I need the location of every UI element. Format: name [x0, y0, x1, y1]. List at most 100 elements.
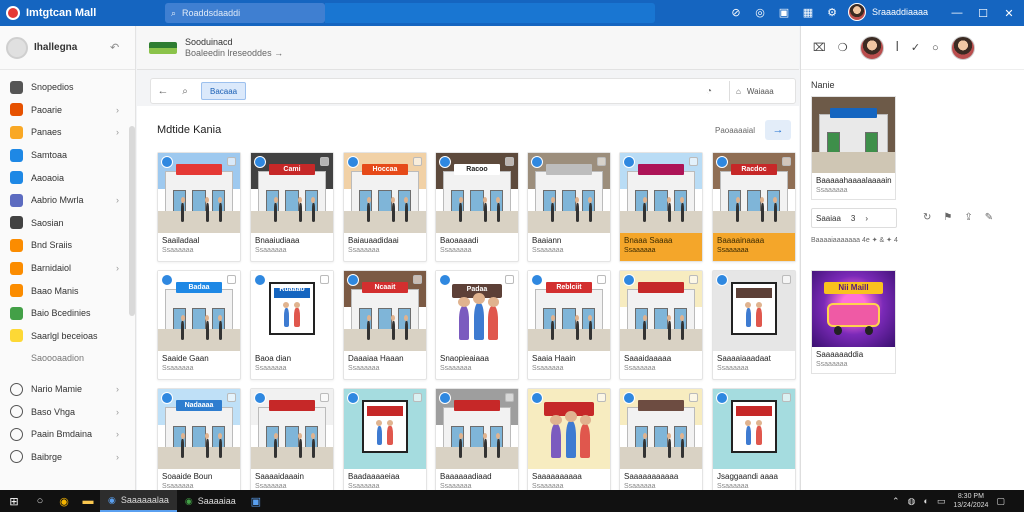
select-checkbox[interactable]: [505, 275, 514, 284]
avatar[interactable]: [950, 35, 975, 60]
close-icon[interactable]: ✕: [996, 4, 1022, 22]
back-arrow-icon[interactable]: ←: [151, 85, 175, 97]
store-card[interactable]: Baaiann Ssaaaaaa: [527, 152, 611, 262]
store-card[interactable]: Saaaidaaaaa Ssaaaaaa: [619, 270, 703, 380]
taskbar-app[interactable]: ◉ Saaaaaalaa: [100, 490, 177, 512]
sort-label[interactable]: Paoaaaaial: [715, 126, 755, 135]
app-pinned-icon[interactable]: ▣: [244, 490, 268, 512]
pin-icon[interactable]: ✎: [985, 212, 993, 223]
store-card[interactable]: Saailadaal Ssaaaaaa: [157, 152, 241, 262]
title-search-box[interactable]: ⌕ Roaddsdaaddi: [165, 3, 325, 23]
store-card[interactable]: Saaaaaaaaaa Ssaaaaaa: [527, 388, 611, 498]
share-icon[interactable]: ⇪: [964, 212, 972, 223]
store-card[interactable]: Jsaggaandi aaaa Ssaaaaaa: [712, 388, 796, 498]
sidebar-item[interactable]: Barnidaiol ›: [0, 257, 135, 280]
store-card[interactable]: Bnaaa Saaaa Ssaaaaaa: [619, 152, 703, 262]
select-checkbox[interactable]: [505, 157, 514, 166]
store-card[interactable]: Badaa Saaide Gaan Ssaaaaaa: [157, 270, 241, 380]
store-card[interactable]: Saaaaaaaaaaa Ssaaaaaa: [619, 388, 703, 498]
pin-icon[interactable]: ꟾ: [896, 41, 899, 54]
select-checkbox[interactable]: [227, 393, 236, 402]
select-checkbox[interactable]: [227, 157, 236, 166]
search-icon[interactable]: ○: [28, 490, 52, 512]
grid-icon[interactable]: ▦: [800, 4, 816, 20]
sidebar-scrollbar[interactable]: [129, 126, 135, 316]
view-toggle[interactable]: ⌂ Waiaaa: [729, 81, 793, 101]
select-checkbox[interactable]: [413, 157, 422, 166]
globe-icon[interactable]: ◎: [752, 4, 768, 20]
chevron-right-icon[interactable]: ›: [865, 214, 868, 223]
sidebar-item[interactable]: Baibrge ›: [0, 446, 135, 469]
store-card[interactable]: Reblciit Saaia Haain Ssaaaaaa: [527, 270, 611, 380]
select-checkbox[interactable]: [320, 275, 329, 284]
gear-icon[interactable]: ⚙: [824, 4, 840, 20]
store-card[interactable]: Nadaaaa Soaaide Boun Ssaaaaaa: [157, 388, 241, 498]
select-checkbox[interactable]: [689, 275, 698, 284]
next-page-button[interactable]: →: [765, 120, 791, 140]
filter-chip[interactable]: Bacaaa: [201, 82, 247, 100]
shield-icon[interactable]: ⊘: [728, 4, 744, 20]
sidebar-item[interactable]: Saosian: [0, 212, 135, 235]
collapse-icon[interactable]: ↶: [110, 41, 119, 54]
store-card[interactable]: Baaaaaadiaad Ssaaaaaa: [435, 388, 519, 498]
sidebar-item[interactable]: Aaoaoia: [0, 166, 135, 189]
sidebar-item[interactable]: Nario Mamie ›: [0, 378, 135, 401]
notification-icon[interactable]: ▢: [996, 496, 1005, 507]
select-checkbox[interactable]: [227, 275, 236, 284]
network-icon[interactable]: ◍: [908, 496, 916, 507]
store-card[interactable]: Hoccaa Baiauaadidaai Ssaaaaaa: [343, 152, 427, 262]
circle-icon[interactable]: ○: [932, 42, 939, 54]
quantity-stepper[interactable]: Saaiaa 3 ›: [811, 208, 897, 228]
featured-card[interactable]: Baaaaahaaaalaaaain Ssaaaaaa: [811, 96, 896, 200]
store-card[interactable]: Saaaaiaaadaat Ssaaaaaa: [712, 270, 796, 380]
sidebar-item[interactable]: Paain Bmdaina ›: [0, 423, 135, 446]
sidebar-item[interactable]: Paoarie ›: [0, 99, 135, 122]
sidebar-item[interactable]: Bnd Sraiis: [0, 234, 135, 257]
windows-start-icon[interactable]: ⊞: [0, 495, 28, 508]
store-card[interactable]: Racdoc Baaaainaaaa Ssaaaaaa: [712, 152, 796, 262]
sidebar-item[interactable]: Snopedios: [0, 76, 135, 99]
store-card[interactable]: Padaa Snaopieaiaaa Ssaaaaaa: [435, 270, 519, 380]
browser-icon[interactable]: ◉: [52, 490, 76, 512]
store-card[interactable]: Racoo Baoaaaadi Ssaaaaaa: [435, 152, 519, 262]
select-checkbox[interactable]: [597, 393, 606, 402]
store-card[interactable]: Saaaaidaaain Ssaaaaaa: [250, 388, 334, 498]
select-checkbox[interactable]: [782, 393, 791, 402]
sidebar-item[interactable]: Saoooaadion: [0, 347, 135, 370]
leaf-icon[interactable]: ❍: [838, 41, 848, 54]
chevron-up-icon[interactable]: ⌃: [892, 496, 900, 507]
avatar[interactable]: [859, 35, 884, 60]
taskbar-app[interactable]: ◉ Saaaaiaa: [177, 490, 244, 512]
title-search-extension[interactable]: [325, 3, 655, 23]
puzzle-icon[interactable]: ▣: [776, 4, 792, 20]
sidebar-item[interactable]: Baso Vhga ›: [0, 400, 135, 423]
select-checkbox[interactable]: [320, 393, 329, 402]
select-checkbox[interactable]: [782, 157, 791, 166]
select-checkbox[interactable]: [689, 157, 698, 166]
user-menu[interactable]: Sraaaddiaaaa: [848, 3, 928, 21]
select-checkbox[interactable]: [413, 393, 422, 402]
volume-icon[interactable]: ◐: [923, 496, 928, 506]
sidebar-item[interactable]: Saarlgl beceioas: [0, 325, 135, 348]
select-checkbox[interactable]: [413, 275, 422, 284]
store-card[interactable]: Cami Bnaaiudiaaa Ssaaaaaa: [250, 152, 334, 262]
search-icon[interactable]: ⌕: [175, 86, 195, 97]
chat-icon[interactable]: ⌧: [813, 41, 826, 54]
store-card[interactable]: Ncaait Daaaiaa Haaan Ssaaaaaa: [343, 270, 427, 380]
folder-icon[interactable]: ▬: [76, 490, 100, 512]
sidebar-item[interactable]: Baao Manis: [0, 279, 135, 302]
select-checkbox[interactable]: [689, 393, 698, 402]
header-breadcrumb[interactable]: Boaleedin lreseoddes →: [185, 48, 283, 59]
clock[interactable]: 8:30 PM 13/24/2024: [953, 492, 988, 510]
select-checkbox[interactable]: [505, 393, 514, 402]
check-circle-icon[interactable]: ✓: [911, 41, 920, 54]
sidebar-item[interactable]: Baio Bcedinies: [0, 302, 135, 325]
sidebar-item[interactable]: Panaes ›: [0, 121, 135, 144]
minimize-icon[interactable]: —: [944, 4, 970, 22]
sidebar-item[interactable]: Samtoaa: [0, 144, 135, 167]
select-checkbox[interactable]: [597, 275, 606, 284]
store-card[interactable]: Baadaaaaeiaa Ssaaaaaa: [343, 388, 427, 498]
flag-icon[interactable]: ⚑: [943, 212, 952, 223]
refresh-icon[interactable]: ↻: [923, 212, 931, 223]
promo-card[interactable]: Nii Maill Saaaaaaddia Ssaaaaaa: [811, 270, 896, 374]
